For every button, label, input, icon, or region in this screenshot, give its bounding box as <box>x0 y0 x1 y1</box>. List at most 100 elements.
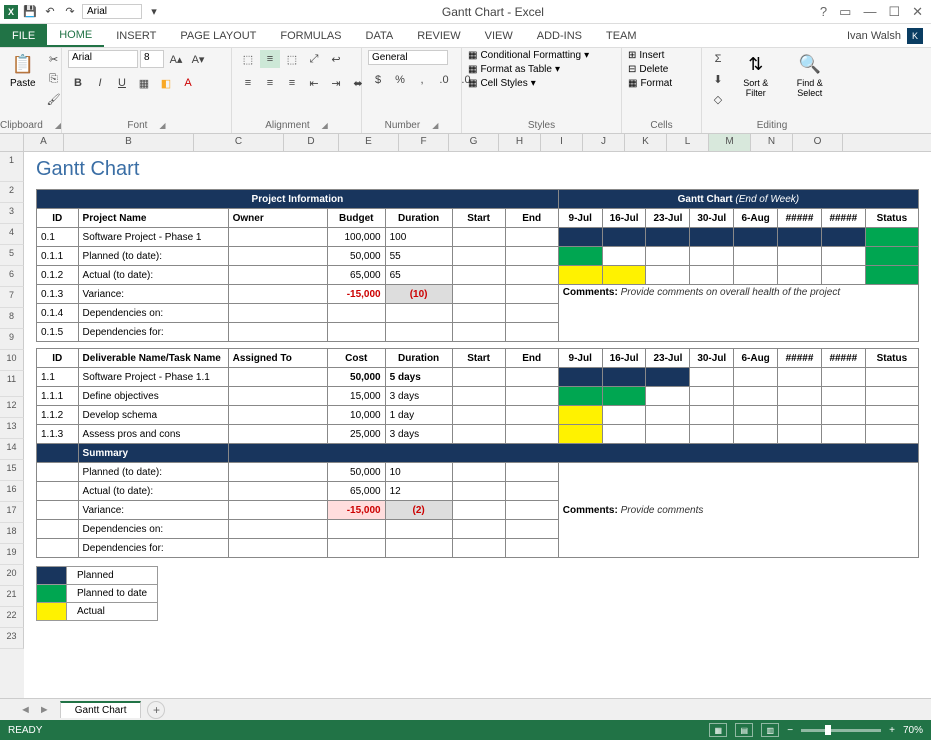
minimize-icon[interactable]: — <box>863 4 876 20</box>
tab-page-layout[interactable]: PAGE LAYOUT <box>168 24 268 47</box>
row-8[interactable]: 8 <box>0 308 24 329</box>
row-4[interactable]: 4 <box>0 224 24 245</box>
row-22[interactable]: 22 <box>0 607 24 628</box>
col-i[interactable]: I <box>541 134 583 151</box>
tab-home[interactable]: HOME <box>47 24 104 47</box>
chevron-down-icon[interactable]: ▾ <box>146 4 162 20</box>
zoom-out-icon[interactable]: − <box>787 725 793 736</box>
row-7[interactable]: 7 <box>0 287 24 308</box>
paste-button[interactable]: 📋 Paste <box>6 50 40 91</box>
view-page-layout-icon[interactable]: ▤ <box>735 723 753 737</box>
grow-font-icon[interactable]: A▴ <box>166 50 186 68</box>
fill-color-icon[interactable]: ◧ <box>156 74 176 92</box>
row-5[interactable]: 5 <box>0 245 24 266</box>
col-o[interactable]: O <box>793 134 843 151</box>
ribbon-options-icon[interactable]: ▭ <box>839 4 851 20</box>
clear-icon[interactable]: ◇ <box>708 90 728 108</box>
add-sheet-button[interactable]: + <box>147 701 165 719</box>
maximize-icon[interactable]: ☐ <box>888 4 900 20</box>
col-n[interactable]: N <box>751 134 793 151</box>
font-launcher[interactable]: ◢ <box>159 121 165 130</box>
align-top-icon[interactable]: ⬚ <box>238 50 258 68</box>
col-f[interactable]: F <box>399 134 449 151</box>
bold-icon[interactable]: B <box>68 74 88 92</box>
row-12[interactable]: 12 <box>0 397 24 418</box>
row-2[interactable]: 2 <box>0 182 24 203</box>
select-all-corner[interactable] <box>0 134 24 151</box>
sort-filter-button[interactable]: ⇅ Sort & Filter <box>732 50 780 100</box>
align-middle-icon[interactable]: ≡ <box>260 50 280 68</box>
table-row[interactable]: Planned (to date): 50,00010 Comments: Pr… <box>37 463 919 482</box>
close-icon[interactable]: ✕ <box>912 4 923 20</box>
row-15[interactable]: 15 <box>0 460 24 481</box>
wrap-text-icon[interactable]: ↩ <box>326 50 346 68</box>
row-19[interactable]: 19 <box>0 544 24 565</box>
row-23[interactable]: 23 <box>0 628 24 649</box>
fill-icon[interactable]: ⬇ <box>708 70 728 88</box>
number-format-box[interactable]: General <box>368 50 448 65</box>
orientation-icon[interactable]: ⤢ <box>304 50 324 68</box>
tab-add-ins[interactable]: ADD-INS <box>525 24 594 47</box>
row-13[interactable]: 13 <box>0 418 24 439</box>
table-row[interactable]: 1.1Software Project - Phase 1.1 50,0005 … <box>37 368 919 387</box>
save-icon[interactable]: 💾 <box>22 4 38 20</box>
col-b[interactable]: B <box>64 134 194 151</box>
redo-icon[interactable]: ↷ <box>62 4 78 20</box>
border-icon[interactable]: ▦ <box>134 74 154 92</box>
view-normal-icon[interactable]: ▦ <box>709 723 727 737</box>
row-18[interactable]: 18 <box>0 523 24 544</box>
col-k[interactable]: K <box>625 134 667 151</box>
table-row[interactable]: 0.1Software Project - Phase 1 100,000100 <box>37 228 919 247</box>
clipboard-launcher[interactable]: ◢ <box>55 121 61 130</box>
table-row[interactable]: 0.1.1Planned (to date): 50,00055 <box>37 247 919 266</box>
col-h[interactable]: H <box>499 134 541 151</box>
table-row[interactable]: 1.1.3Assess pros and cons 25,0003 days <box>37 425 919 444</box>
cell-styles-button[interactable]: ▦Cell Styles▾ <box>468 78 536 89</box>
tab-file[interactable]: FILE <box>0 24 47 47</box>
row-1[interactable]: 1 <box>0 152 24 182</box>
grid-content[interactable]: Gantt Chart Project Information Gantt Ch… <box>24 152 931 698</box>
col-a[interactable]: A <box>24 134 64 151</box>
view-page-break-icon[interactable]: ▥ <box>761 723 779 737</box>
table-row[interactable]: 0.1.3Variance: -15,000(10) Comments: Pro… <box>37 285 919 304</box>
row-9[interactable]: 9 <box>0 329 24 350</box>
row-11[interactable]: 11 <box>0 371 24 397</box>
tab-formulas[interactable]: FORMULAS <box>268 24 353 47</box>
col-l[interactable]: L <box>667 134 709 151</box>
table-row[interactable]: 1.1.2Develop schema 10,0001 day <box>37 406 919 425</box>
align-right-icon[interactable]: ≡ <box>282 74 302 92</box>
col-e[interactable]: E <box>339 134 399 151</box>
zoom-level[interactable]: 70% <box>903 725 923 736</box>
row-17[interactable]: 17 <box>0 502 24 523</box>
sheet-nav-prev-icon[interactable]: ◄ <box>20 704 31 716</box>
align-bottom-icon[interactable]: ⬚ <box>282 50 302 68</box>
italic-icon[interactable]: I <box>90 74 110 92</box>
insert-button[interactable]: ⊞Insert <box>628 50 664 61</box>
number-launcher[interactable]: ◢ <box>432 121 438 130</box>
inc-decimal-icon[interactable]: .0 <box>434 71 454 89</box>
indent-inc-icon[interactable]: ⇥ <box>326 74 346 92</box>
currency-icon[interactable]: $ <box>368 71 388 89</box>
table-row[interactable]: 1.1.1Define objectives 15,0003 days <box>37 387 919 406</box>
sheet-tab-gantt[interactable]: Gantt Chart <box>60 701 142 718</box>
font-color-icon[interactable]: A <box>178 74 198 92</box>
help-icon[interactable]: ? <box>820 4 827 20</box>
cut-icon[interactable]: ✂ <box>44 50 64 68</box>
indent-dec-icon[interactable]: ⇤ <box>304 74 324 92</box>
row-3[interactable]: 3 <box>0 203 24 224</box>
tab-review[interactable]: REVIEW <box>405 24 472 47</box>
tab-view[interactable]: VIEW <box>473 24 525 47</box>
tab-team[interactable]: TEAM <box>594 24 649 47</box>
underline-icon[interactable]: U <box>112 74 132 92</box>
find-select-button[interactable]: 🔍 Find & Select <box>784 50 837 100</box>
row-10[interactable]: 10 <box>0 350 24 371</box>
align-left-icon[interactable]: ≡ <box>238 74 258 92</box>
font-size-box[interactable]: 8 <box>140 50 164 68</box>
shrink-font-icon[interactable]: A▾ <box>188 50 208 68</box>
col-c[interactable]: C <box>194 134 284 151</box>
autosum-icon[interactable]: Σ <box>708 50 728 68</box>
conditional-formatting-button[interactable]: ▦Conditional Formatting▾ <box>468 50 589 61</box>
row-20[interactable]: 20 <box>0 565 24 586</box>
delete-button[interactable]: ⊟Delete <box>628 64 668 75</box>
account-area[interactable]: Ivan Walsh K <box>847 24 931 47</box>
